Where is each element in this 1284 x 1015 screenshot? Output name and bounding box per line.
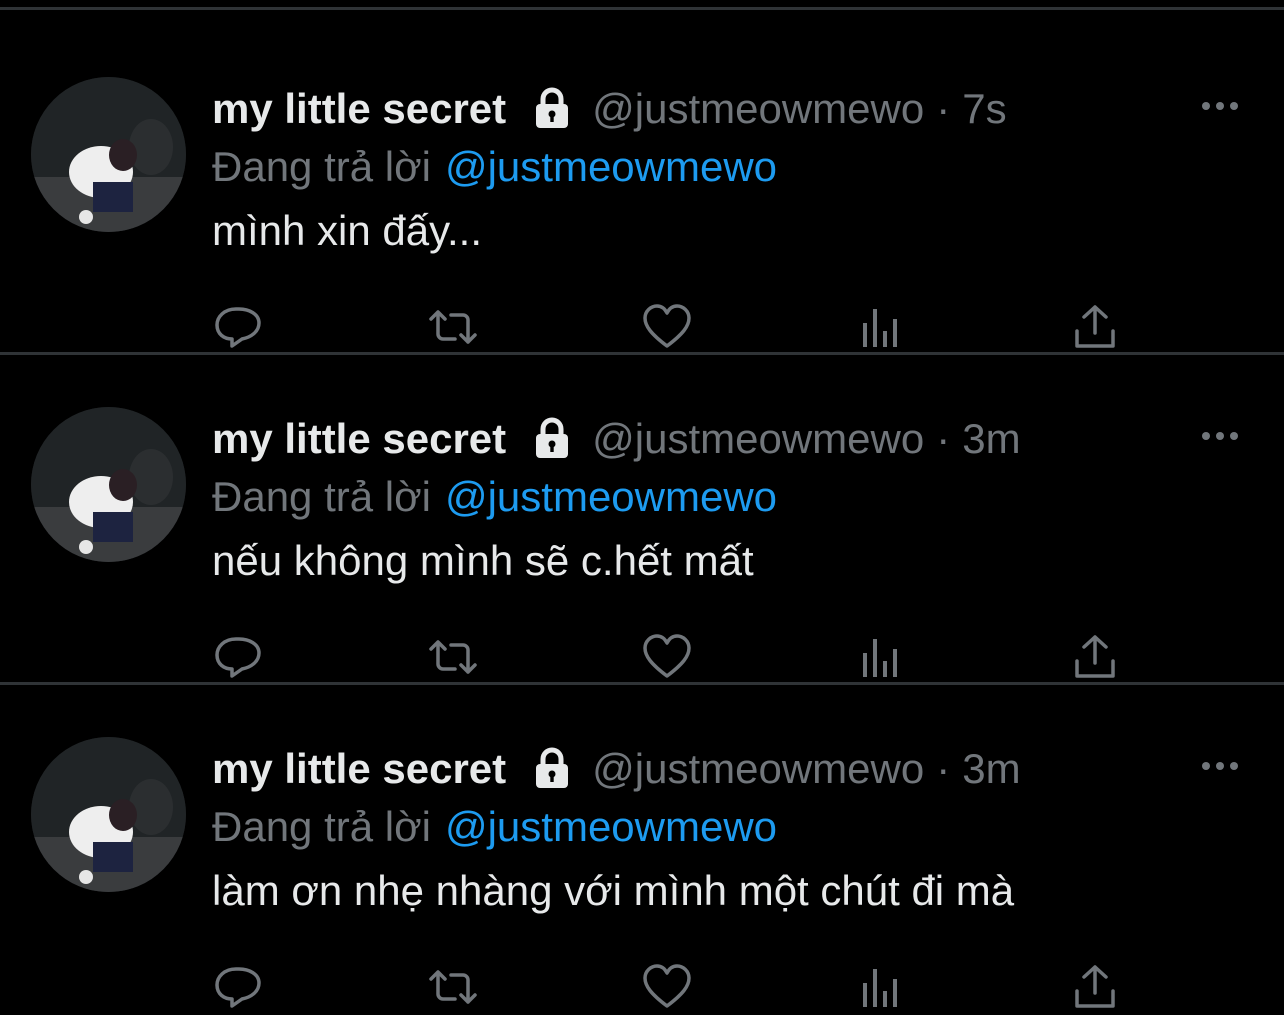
retweet-icon [429,310,477,344]
reply-context: Đang trả lời @justmeowmewo [212,467,777,527]
timestamp[interactable]: 3m [962,745,1020,793]
heart-icon [643,964,691,1008]
share-button[interactable] [1069,961,1121,1013]
reply-icon [215,967,261,1008]
retweet-button[interactable] [427,631,479,683]
views-button[interactable] [855,631,907,683]
reply-icon [215,637,261,678]
top-divider [0,7,1284,10]
reply-button[interactable] [212,301,264,353]
handle[interactable]: @justmeowmewo [592,85,924,133]
more-icon[interactable] [1198,422,1242,450]
display-name[interactable]: my little secret [212,415,506,463]
more-icon[interactable] [1198,92,1242,120]
share-button[interactable] [1069,631,1121,683]
lock-icon [528,745,576,793]
tweet-text: nếu không mình sẽ c.hết mất [212,537,754,584]
handle[interactable]: @justmeowmewo [592,745,924,793]
reply-prefix: Đang trả lời [212,143,431,190]
tweet[interactable]: my little secret @justmeowmewo · 7s Đang… [0,25,1284,355]
lock-icon [528,85,576,133]
separator: · [936,415,951,462]
like-button[interactable] [641,631,693,683]
share-icon [1075,965,1115,1008]
display-name[interactable]: my little secret [212,745,506,793]
tweet-text: làm ơn nhẹ nhàng với mình một chút đi mà [212,867,1015,914]
like-button[interactable] [641,301,693,353]
views-icon [863,309,897,347]
retweet-button[interactable] [427,301,479,353]
avatar[interactable] [31,737,186,892]
separator: · [936,745,951,792]
reply-target-link[interactable]: @justmeowmewo [445,143,777,191]
tweet-header: my little secret @justmeowmewo · 7s [212,77,1007,141]
reply-context: Đang trả lời @justmeowmewo [212,797,777,857]
views-button[interactable] [855,961,907,1013]
reply-button[interactable] [212,961,264,1013]
retweet-button[interactable] [427,961,479,1013]
separator: · [936,85,951,132]
heart-icon [643,634,691,678]
reply-icon [215,307,261,348]
tweet[interactable]: my little secret @justmeowmewo · 3m Đang… [0,685,1284,1015]
avatar[interactable] [31,407,186,562]
tweet-header: my little secret @justmeowmewo · 3m [212,737,1021,801]
timestamp[interactable]: 3m [962,415,1020,463]
reply-button[interactable] [212,631,264,683]
handle[interactable]: @justmeowmewo [592,415,924,463]
share-icon [1075,635,1115,678]
more-icon[interactable] [1198,752,1242,780]
heart-icon [643,304,691,348]
share-icon [1075,305,1115,348]
views-button[interactable] [855,301,907,353]
share-button[interactable] [1069,301,1121,353]
avatar[interactable] [31,77,186,232]
retweet-icon [429,640,477,674]
reply-prefix: Đang trả lời [212,803,431,850]
reply-target-link[interactable]: @justmeowmewo [445,803,777,851]
display-name[interactable]: my little secret [212,85,506,133]
tweet-header: my little secret @justmeowmewo · 3m [212,407,1021,471]
reply-context: Đang trả lời @justmeowmewo [212,137,777,197]
views-icon [863,639,897,677]
like-button[interactable] [641,961,693,1013]
reply-prefix: Đang trả lời [212,473,431,520]
tweet[interactable]: my little secret @justmeowmewo · 3m Đang… [0,355,1284,685]
reply-target-link[interactable]: @justmeowmewo [445,473,777,521]
lock-icon [528,415,576,463]
timestamp[interactable]: 7s [962,85,1006,133]
views-icon [863,969,897,1007]
retweet-icon [429,970,477,1004]
tweet-text: mình xin đấy... [212,207,483,254]
